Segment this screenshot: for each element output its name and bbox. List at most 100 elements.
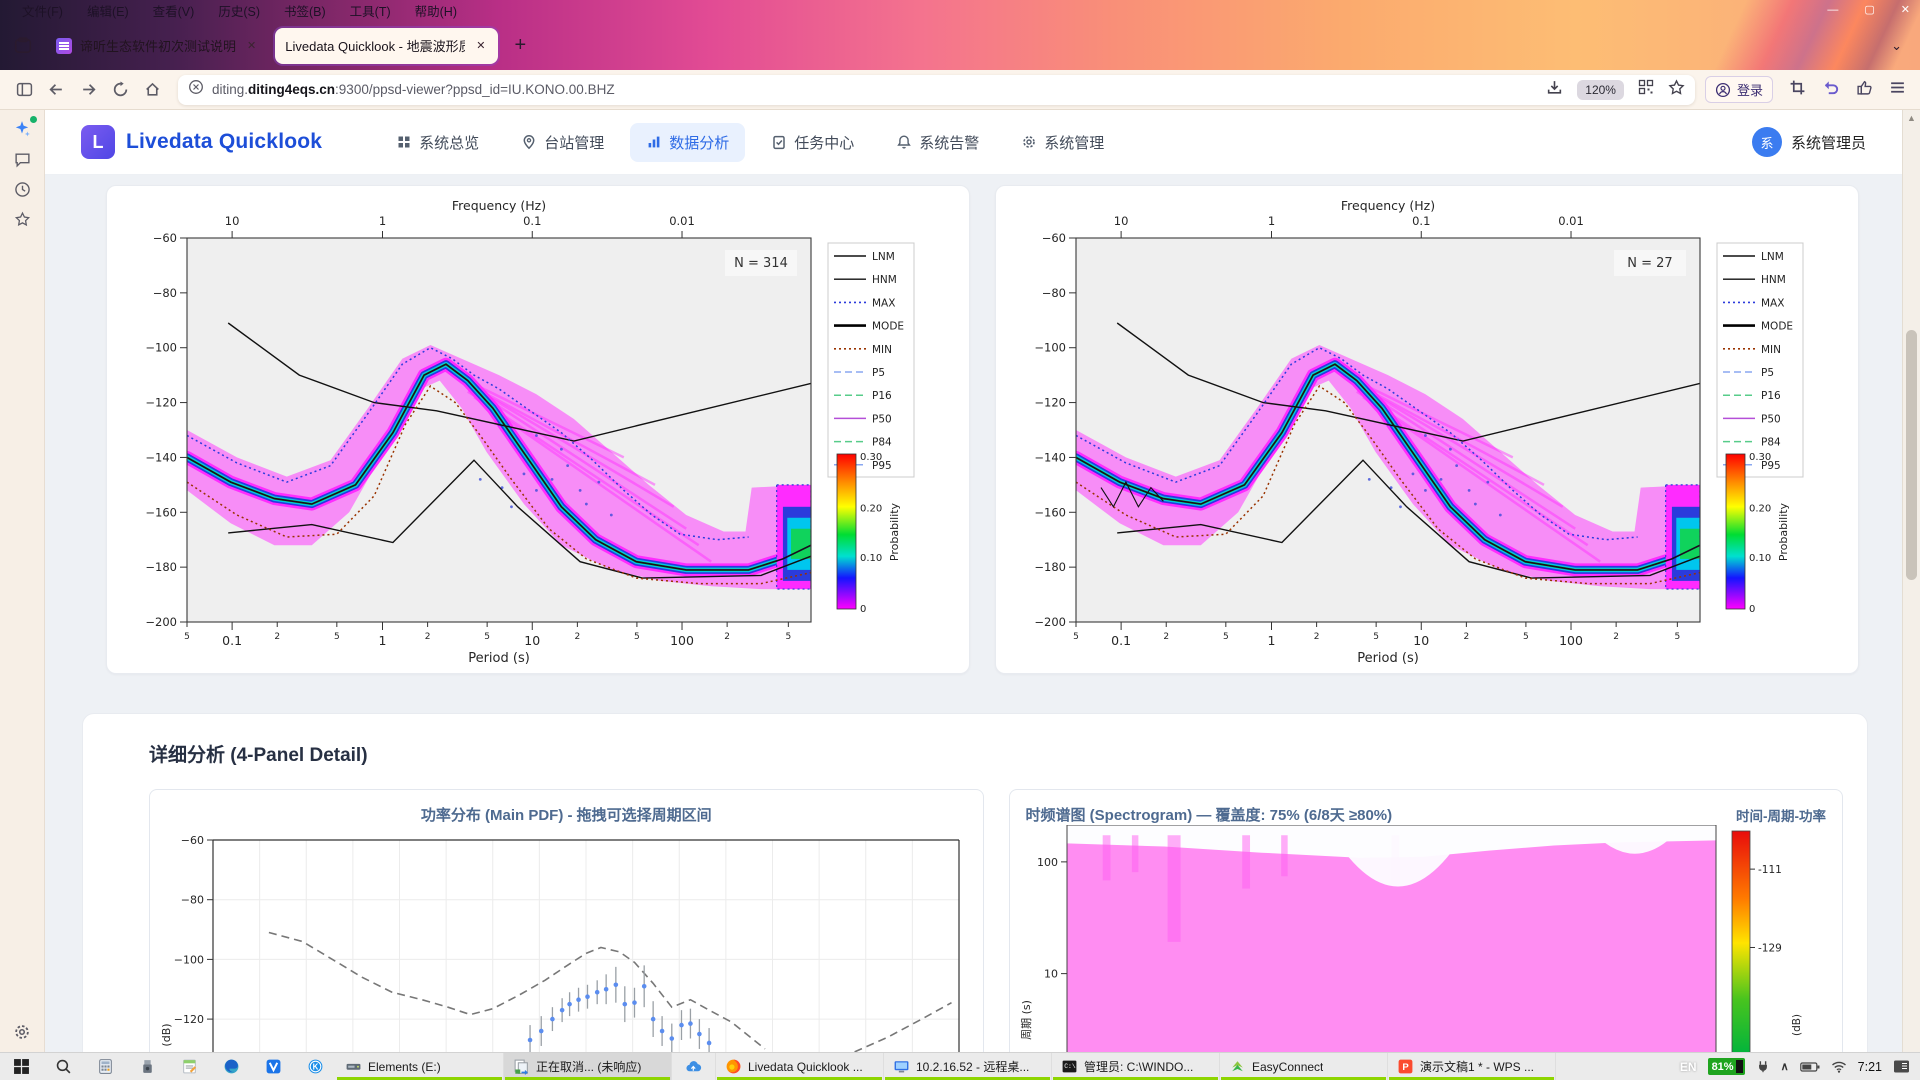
clock[interactable]: 7:21: [1858, 1060, 1882, 1074]
taskbar-k-icon[interactable]: K: [294, 1053, 336, 1080]
menu-item[interactable]: 书签(B): [272, 1, 338, 20]
nav-item-pin[interactable]: 台站管理: [505, 123, 620, 162]
download-icon[interactable]: [1546, 79, 1563, 101]
taskbar-search-icon[interactable]: [42, 1053, 84, 1080]
notification-center-icon[interactable]: [1893, 1059, 1910, 1074]
language-indicator[interactable]: EN: [1680, 1060, 1697, 1074]
svg-text:-129: -129: [1758, 942, 1782, 954]
wifi-icon[interactable]: [1831, 1060, 1847, 1073]
qr-code-icon[interactable]: [1638, 79, 1654, 100]
ppsd-plot-card-right[interactable]: Frequency (Hz)1010.10.01−60−80−100−120−1…: [995, 185, 1859, 674]
settings-gear-icon[interactable]: [0, 1017, 44, 1047]
reload-icon[interactable]: [104, 75, 136, 105]
user-box[interactable]: 系 系统管理员: [1752, 127, 1866, 157]
svg-text:1: 1: [379, 633, 387, 648]
scrollbar-thumb[interactable]: [1906, 330, 1917, 580]
app-brand[interactable]: Livedata Quicklook: [126, 130, 322, 154]
plug-icon[interactable]: [1756, 1059, 1770, 1074]
tab-favicon: [56, 38, 72, 54]
ai-chat-icon[interactable]: [0, 114, 44, 144]
new-tab-button[interactable]: +: [504, 34, 536, 57]
taskbar-window-easy[interactable]: EasyConnect: [1220, 1053, 1388, 1080]
taskbar-window-rdp[interactable]: 10.2.16.52 - 远程桌...: [884, 1053, 1052, 1080]
login-button[interactable]: 登录: [1705, 76, 1773, 103]
zoom-level-badge[interactable]: 120%: [1577, 80, 1624, 100]
menu-hamburger-icon[interactable]: [1889, 79, 1906, 101]
taskbar-window-copy[interactable]: 正在取消... (未响应): [504, 1053, 672, 1080]
svg-text:2: 2: [425, 632, 431, 642]
menu-item[interactable]: 工具(T): [338, 1, 403, 20]
taskbar-window-cloud[interactable]: [672, 1053, 716, 1080]
url-bar[interactable]: diting.diting4eqs.cn:9300/ppsd-viewer?pp…: [178, 75, 1695, 105]
taskbar-usb-icon[interactable]: [126, 1053, 168, 1080]
sidebar-toggle-icon[interactable]: [8, 75, 40, 105]
screenshot-icon[interactable]: [1789, 79, 1806, 101]
taskbar-window-wps[interactable]: P演示文稿1 * - WPS ...: [1388, 1053, 1556, 1080]
battery-percent-badge[interactable]: 81%: [1708, 1058, 1745, 1075]
menu-item[interactable]: 编辑(E): [75, 1, 141, 20]
nav-item-chart[interactable]: 数据分析: [630, 123, 745, 162]
undo-icon[interactable]: [1822, 78, 1840, 101]
taskbar-window-label: EasyConnect: [1252, 1060, 1323, 1074]
bookmarks-star-icon[interactable]: [0, 204, 44, 234]
menu-bar: 文件(F)编辑(E)查看(V)历史(S)书签(B)工具(T)帮助(H): [0, 0, 1920, 21]
taskbar-window-cmd[interactable]: C:\管理员: C:\WINDO...: [1052, 1053, 1220, 1080]
svg-text:Probability: Probability: [1777, 502, 1790, 561]
nav-item-gear[interactable]: 系统管理: [1005, 123, 1120, 162]
pdf-panel[interactable]: 功率分布 (Main PDF) - 拖拽可选择周期区间 −60−80−100−1…: [149, 789, 984, 1053]
spectrogram-panel[interactable]: 时频谱图 (Spectrogram) — 覆盖度: 75% (6/8天 ≥80%…: [1009, 789, 1844, 1053]
browser-tab[interactable]: 谛听生态软件初次测试说明✕: [46, 28, 269, 64]
svg-text:−80: −80: [1042, 286, 1066, 300]
taskbar-v-icon[interactable]: [252, 1053, 294, 1080]
taskbar-win-icon[interactable]: [0, 1053, 42, 1080]
menu-item[interactable]: 查看(V): [141, 1, 207, 20]
chat-icon[interactable]: [0, 144, 44, 174]
firefox-view-icon[interactable]: [8, 31, 38, 61]
taskbar-window-drive[interactable]: Elements (E:): [336, 1053, 504, 1080]
close-icon[interactable]: ✕: [1901, 5, 1910, 16]
page-scrollbar[interactable]: ▲: [1902, 110, 1920, 1053]
maximize-icon[interactable]: ▢: [1864, 5, 1874, 16]
taskbar-window-firefox[interactable]: Livedata Quicklook ...: [716, 1053, 884, 1080]
tab-close-icon[interactable]: ✕: [244, 37, 259, 54]
pdf-chart[interactable]: −60−80−100−120(dB): [150, 825, 983, 1053]
svg-text:10: 10: [524, 633, 540, 648]
svg-text:2: 2: [724, 632, 730, 642]
browser-tab[interactable]: Livedata Quicklook - 地震波形质✕: [275, 28, 498, 64]
svg-text:0.1: 0.1: [1412, 214, 1430, 228]
battery-icon[interactable]: [1800, 1061, 1820, 1073]
taskbar-note-icon[interactable]: [168, 1053, 210, 1080]
home-icon[interactable]: [136, 75, 168, 105]
svg-text:5: 5: [1073, 632, 1079, 642]
minimize-icon[interactable]: —: [1827, 5, 1838, 16]
nav-item-task[interactable]: 任务中心: [755, 123, 870, 162]
nav-item-bell[interactable]: 系统告警: [880, 123, 995, 162]
svg-text:0.1: 0.1: [523, 214, 541, 228]
menu-item[interactable]: 帮助(H): [403, 1, 469, 20]
forward-icon[interactable]: [72, 75, 104, 105]
app-logo: L: [81, 125, 115, 159]
taskbar-edge-icon[interactable]: [210, 1053, 252, 1080]
history-clock-icon[interactable]: [0, 174, 44, 204]
shield-icon[interactable]: [188, 79, 204, 100]
menu-item[interactable]: 历史(S): [206, 1, 272, 20]
svg-text:−120: −120: [174, 1013, 204, 1026]
wps-icon: P: [1397, 1058, 1414, 1075]
cloud-icon: [685, 1058, 702, 1075]
svg-text:5: 5: [1223, 632, 1229, 642]
tab-close-icon[interactable]: ✕: [473, 37, 488, 54]
nav-item-grid[interactable]: 系统总览: [380, 123, 495, 162]
extension-icon[interactable]: [1856, 79, 1873, 101]
tray-expand-icon[interactable]: ∧: [1781, 1060, 1789, 1073]
menu-item[interactable]: 文件(F): [10, 1, 75, 20]
list-tabs-icon[interactable]: ⌄: [1881, 38, 1912, 54]
taskbar-calc-icon[interactable]: [84, 1053, 126, 1080]
svg-text:−60: −60: [153, 231, 177, 245]
spectrogram-chart[interactable]: 10010周期 (s)-111-129(dB): [1010, 825, 1843, 1053]
svg-text:Frequency (Hz): Frequency (Hz): [1341, 198, 1435, 213]
ppsd-plot-card-left[interactable]: Frequency (Hz)1010.10.01−60−80−100−120−1…: [106, 185, 970, 674]
back-icon[interactable]: [40, 75, 72, 105]
scroll-up-icon[interactable]: ▲: [1903, 113, 1920, 123]
bookmark-star-icon[interactable]: [1668, 79, 1685, 101]
svg-text:10: 10: [225, 214, 240, 228]
